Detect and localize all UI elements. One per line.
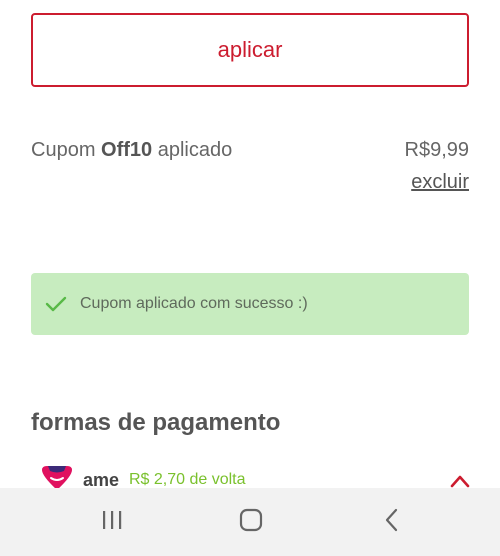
chevron-up-icon[interactable] xyxy=(450,474,470,488)
recent-apps-button[interactable] xyxy=(72,488,152,556)
applied-coupon-row: Cupom Off10 aplicado R$9,99 excluir xyxy=(31,139,469,199)
back-button[interactable] xyxy=(352,488,432,556)
check-icon xyxy=(44,292,68,316)
success-message: Cupom aplicado com sucesso :) xyxy=(80,295,308,312)
coupon-prefix: Cupom xyxy=(31,139,102,161)
home-button[interactable] xyxy=(211,488,291,556)
system-navigation-bar xyxy=(0,488,500,556)
apply-coupon-button[interactable]: aplicar xyxy=(31,13,469,87)
success-banner: Cupom aplicado com sucesso :) xyxy=(31,273,469,335)
coupon-code: Off10 xyxy=(101,139,153,161)
home-icon xyxy=(238,507,264,538)
payment-methods-title: formas de pagamento xyxy=(31,409,281,436)
recent-apps-icon xyxy=(100,509,124,536)
coupon-discount-value: R$9,99 xyxy=(404,139,470,161)
back-icon xyxy=(384,508,400,537)
ame-cashback: R$ 2,70 de volta xyxy=(129,471,246,488)
remove-coupon-link[interactable]: excluir xyxy=(411,171,469,194)
apply-coupon-button-label: aplicar xyxy=(217,37,283,62)
coupon-status-text: Cupom Off10 aplicado xyxy=(31,139,232,162)
coupon-suffix: aplicado xyxy=(152,139,233,161)
